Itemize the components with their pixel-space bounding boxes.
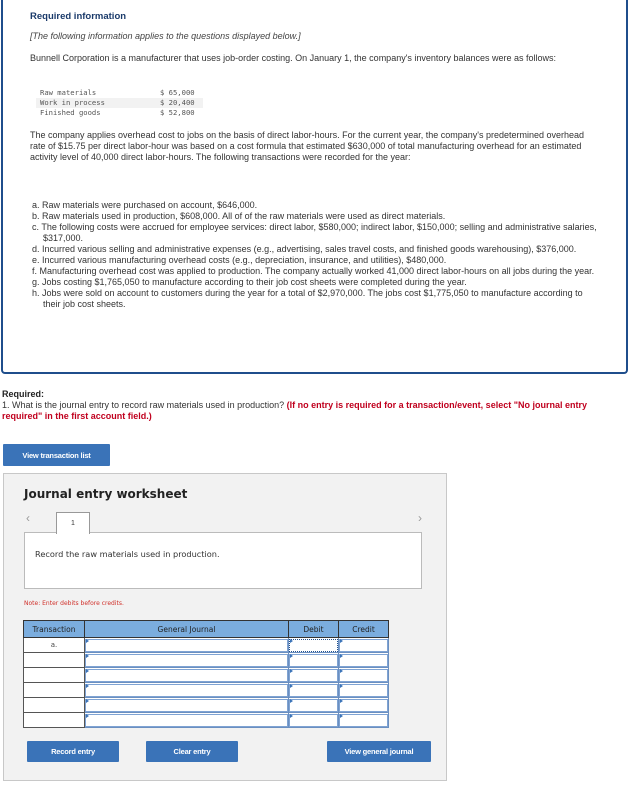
column-header-general-journal: General Journal — [84, 620, 289, 638]
worksheet-title: Journal entry worksheet — [24, 487, 188, 501]
balance-label: Work in process — [36, 98, 156, 108]
account-select[interactable] — [85, 683, 288, 697]
journal-header-row: Transaction General Journal Debit Credit — [23, 620, 389, 638]
required-question: 1. What is the journal entry to record r… — [2, 400, 287, 410]
credit-cell — [338, 712, 389, 728]
debit-input[interactable] — [289, 638, 338, 652]
transaction-item: e. Incurred various manufacturing overhe… — [32, 255, 447, 265]
required-label: Required: — [2, 389, 45, 399]
journal-row — [23, 667, 389, 683]
account-select[interactable] — [85, 698, 288, 712]
record-entry-button[interactable]: Record entry — [27, 741, 119, 762]
account-select[interactable] — [85, 653, 288, 667]
transaction-item: h. Jobs were sold on account to customer… — [32, 288, 583, 309]
balance-row: Raw materials $ 65,000 — [36, 88, 203, 98]
info-title: Required information — [30, 11, 127, 22]
worksheet-description: Record the raw materials used in product… — [35, 549, 220, 559]
journal-row — [23, 652, 389, 668]
worksheet-description-box: Record the raw materials used in product… — [24, 532, 422, 589]
intro-paragraph: Bunnell Corporation is a manufacturer th… — [30, 53, 556, 63]
journal-table: Transaction General Journal Debit Credit… — [23, 620, 389, 728]
account-cell — [84, 652, 289, 668]
debit-input[interactable] — [289, 713, 338, 727]
credit-cell — [338, 697, 389, 713]
transaction-cell — [23, 682, 85, 698]
balance-label: Raw materials — [40, 88, 97, 97]
transaction-list: a. Raw materials were purchased on accou… — [32, 200, 602, 310]
journal-row: a. — [23, 637, 389, 653]
journal-row — [23, 712, 389, 728]
transaction-cell — [23, 712, 85, 728]
debit-cell — [288, 652, 339, 668]
journal-row — [23, 682, 389, 698]
account-cell — [84, 712, 289, 728]
transaction-item: b. Raw materials used in production, $60… — [32, 211, 446, 221]
account-select[interactable] — [85, 713, 288, 727]
debit-input[interactable] — [289, 683, 338, 697]
account-cell — [84, 637, 289, 653]
overhead-paragraph: The company applies overhead cost to job… — [30, 130, 585, 162]
journal-row — [23, 697, 389, 713]
account-select[interactable] — [85, 638, 288, 652]
transaction-item: g. Jobs costing $1,765,050 to manufactur… — [32, 277, 467, 287]
chevron-right-icon[interactable]: › — [418, 511, 422, 525]
debit-cell — [288, 682, 339, 698]
debit-cell — [288, 697, 339, 713]
debit-cell — [288, 637, 339, 653]
column-header-credit: Credit — [338, 620, 389, 638]
transaction-item: f. Manufacturing overhead cost was appli… — [32, 266, 595, 276]
transaction-cell — [23, 652, 85, 668]
transaction-cell — [23, 697, 85, 713]
column-header-transaction: Transaction — [23, 620, 85, 638]
account-cell — [84, 697, 289, 713]
credit-input[interactable] — [339, 653, 388, 667]
account-cell — [84, 682, 289, 698]
view-transaction-list-button[interactable]: View transaction list — [3, 444, 110, 466]
inventory-balances-table: Raw materials $ 65,000 Work in process $… — [36, 88, 203, 118]
required-section: Required: 1. What is the journal entry t… — [2, 389, 622, 422]
debit-input[interactable] — [289, 668, 338, 682]
balance-label: Finished goods — [40, 108, 101, 117]
credit-input[interactable] — [339, 698, 388, 712]
info-italic-note: [The following information applies to th… — [30, 31, 301, 41]
credit-input[interactable] — [339, 683, 388, 697]
credit-input[interactable] — [339, 638, 388, 652]
transaction-item: a. Raw materials were purchased on accou… — [32, 200, 258, 210]
clear-entry-button[interactable]: Clear entry — [146, 741, 238, 762]
balance-row: Finished goods $ 52,800 — [36, 108, 203, 118]
credit-cell — [338, 652, 389, 668]
credit-cell — [338, 637, 389, 653]
account-select[interactable] — [85, 668, 288, 682]
balance-value: $ 65,000 — [160, 88, 195, 97]
debit-cell — [288, 667, 339, 683]
debit-input[interactable] — [289, 698, 338, 712]
transaction-item: c. The following costs were accrued for … — [32, 222, 597, 243]
credit-cell — [338, 667, 389, 683]
credit-cell — [338, 682, 389, 698]
balance-value: $ 20,400 — [156, 98, 203, 108]
transaction-cell — [23, 667, 85, 683]
chevron-left-icon[interactable]: ‹ — [26, 511, 30, 525]
worksheet-tab-1[interactable]: 1 — [56, 512, 90, 534]
account-cell — [84, 667, 289, 683]
transaction-item: d. Incurred various selling and administ… — [32, 244, 577, 254]
column-header-debit: Debit — [288, 620, 339, 638]
transaction-cell: a. — [23, 637, 85, 653]
balance-value: $ 52,800 — [160, 108, 195, 117]
balance-row: Work in process $ 20,400 — [36, 98, 203, 108]
view-general-journal-button[interactable]: View general journal — [327, 741, 431, 762]
credit-input[interactable] — [339, 668, 388, 682]
journal-entry-worksheet: Journal entry worksheet ‹ 1 › Record the… — [3, 473, 447, 781]
debit-input[interactable] — [289, 653, 338, 667]
debits-before-credits-note: Note: Enter debits before credits. — [24, 600, 124, 607]
debit-cell — [288, 712, 339, 728]
credit-input[interactable] — [339, 713, 388, 727]
